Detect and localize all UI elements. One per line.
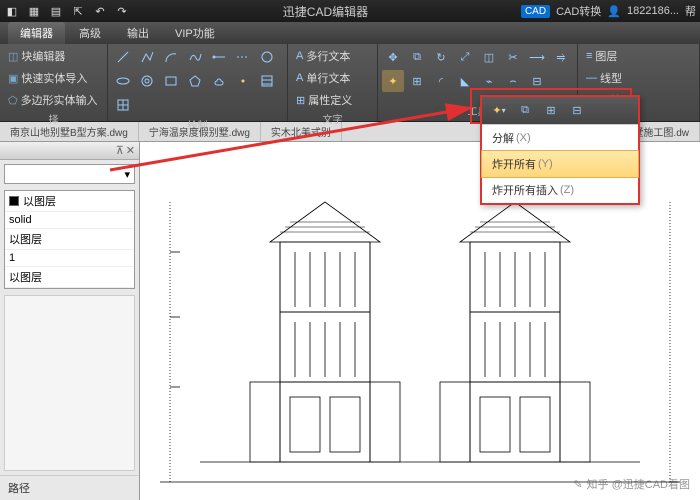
cad-convert-link[interactable]: CAD转换	[556, 3, 601, 19]
offset-tool[interactable]: ⥤	[550, 46, 572, 68]
redo-icon[interactable]: ↷	[114, 3, 130, 19]
explode-icon[interactable]: ✦▾	[488, 100, 510, 122]
line-tool[interactable]	[112, 46, 134, 68]
menu-explode-all[interactable]: 炸开所有(Y)	[481, 150, 639, 178]
explode-dropdown: ✦▾ ⧉ ⊞ ⊟ 分解(X) 炸开所有(Y) 炸开所有插入(Z)	[480, 95, 640, 205]
layer-dropdown[interactable]: ▾	[4, 164, 135, 184]
layer-list: 以图层 solid 以图层 1 以图层	[4, 190, 135, 289]
user-icon[interactable]: 👤	[607, 5, 621, 18]
circle-tool[interactable]	[256, 46, 278, 68]
trim-tool[interactable]: ✂	[502, 46, 524, 68]
spline-tool[interactable]	[184, 46, 206, 68]
sidebar-path-label: 路径	[0, 475, 139, 500]
file-tab-2[interactable]: 宁海温泉度假别墅.dwg	[139, 122, 261, 141]
layer-row[interactable]: 以图层	[5, 191, 134, 212]
pdf-icon[interactable]: ▤	[48, 3, 64, 19]
donut-tool[interactable]	[136, 70, 158, 92]
block-editor-btn[interactable]: ◫块编辑器	[4, 46, 104, 66]
hatch-tool[interactable]	[256, 70, 278, 92]
cad-badge: CAD	[521, 5, 550, 18]
break-tool[interactable]: ⌁	[478, 70, 500, 92]
polyline-tool[interactable]	[136, 46, 158, 68]
titlebar: ◧ ▦ ▤ ⇱ ↶ ↷ 迅捷CAD编辑器 CAD CAD转换 👤 1822186…	[0, 0, 700, 22]
sidebar-blank	[4, 295, 135, 471]
ellipse-tool[interactable]	[112, 70, 134, 92]
tab-output[interactable]: 输出	[115, 22, 161, 44]
dd-tool-4[interactable]: ⊟	[566, 100, 588, 122]
extend-tool[interactable]: ⟶	[526, 46, 548, 68]
arc-tool[interactable]	[160, 46, 182, 68]
linetype-btn[interactable]: —线型	[582, 68, 642, 88]
array-tool[interactable]: ⊞	[406, 70, 428, 92]
fillet-tool[interactable]: ◜	[430, 70, 452, 92]
move-tool[interactable]: ✥	[382, 46, 404, 68]
sidebar: ⊼ ✕ ▾ 以图层 solid 以图层 1 以图层 路径	[0, 142, 140, 500]
sidebar-head: ⊼ ✕	[0, 142, 139, 160]
quick-import-btn[interactable]: ▣快速实体导入	[4, 68, 104, 88]
layer-row[interactable]: 1	[5, 250, 134, 267]
xline-tool[interactable]	[232, 46, 254, 68]
attdef-btn[interactable]: ⊞属性定义	[292, 90, 367, 110]
file-tab-1[interactable]: 南京山地别墅B型方案.dwg	[0, 122, 139, 141]
pin-icon[interactable]: ⊼	[116, 144, 124, 157]
layer-row[interactable]: 以图层	[5, 229, 134, 250]
ray-tool[interactable]	[208, 46, 230, 68]
zhihu-icon: ✎	[573, 478, 582, 491]
mtext-btn[interactable]: A多行文本	[292, 46, 367, 66]
scale-tool[interactable]: ⤢	[454, 46, 476, 68]
dd-tool-3[interactable]: ⊞	[540, 100, 562, 122]
polygon-input-btn[interactable]: ⬠多边形实体输入	[4, 90, 104, 110]
point-tool[interactable]	[232, 70, 254, 92]
tab-vip[interactable]: VIP功能	[163, 22, 227, 44]
mirror-tool[interactable]: ◫	[478, 46, 500, 68]
cloud-tool[interactable]	[208, 70, 230, 92]
watermark: ✎ 知乎 @迅捷CAD看图	[573, 476, 690, 492]
file-tab-3[interactable]: 实木北美式别	[261, 122, 342, 141]
join-tool[interactable]: ⌢	[502, 70, 524, 92]
text-btn[interactable]: A单行文本	[292, 68, 367, 88]
table-tool[interactable]	[112, 94, 134, 116]
app-icon: ◧	[4, 3, 20, 19]
close-icon[interactable]: ✕	[126, 144, 135, 157]
explode-tool[interactable]: ✦	[382, 70, 404, 92]
undo-icon[interactable]: ↶	[92, 3, 108, 19]
layer-row[interactable]: solid	[5, 212, 134, 229]
window-title: 迅捷CAD编辑器	[130, 3, 521, 20]
layer-btn[interactable]: ≡图层	[582, 46, 642, 66]
layer-row[interactable]: 以图层	[5, 267, 134, 288]
menu-explode[interactable]: 分解(X)	[482, 125, 638, 151]
export-icon[interactable]: ⇱	[70, 3, 86, 19]
help-link[interactable]: 帮	[685, 3, 696, 19]
menubar: 编辑器 高级 输出 VIP功能	[0, 22, 700, 44]
polygon-tool[interactable]	[184, 70, 206, 92]
save-icon[interactable]: ▦	[26, 3, 42, 19]
chamfer-tool[interactable]: ◣	[454, 70, 476, 92]
rotate-tool[interactable]: ↻	[430, 46, 452, 68]
dd-tool-2[interactable]: ⧉	[514, 100, 536, 122]
align-tool[interactable]: ⊟	[526, 70, 548, 92]
rect-tool[interactable]	[160, 70, 182, 92]
user-id[interactable]: 1822186...	[627, 5, 679, 17]
tab-editor[interactable]: 编辑器	[8, 22, 65, 44]
menu-explode-all-insert[interactable]: 炸开所有插入(Z)	[482, 177, 638, 203]
tab-advanced[interactable]: 高级	[67, 22, 113, 44]
copy-tool[interactable]: ⧉	[406, 46, 428, 68]
